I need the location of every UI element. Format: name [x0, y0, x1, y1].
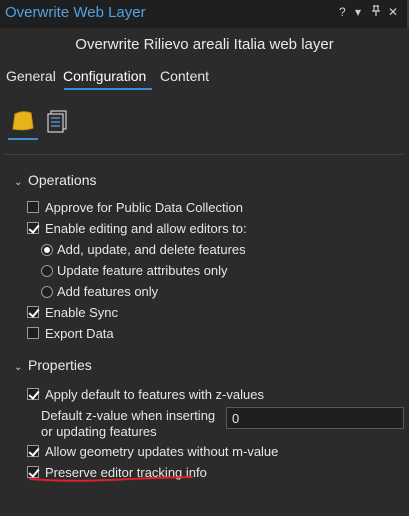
- default-z-value-input[interactable]: [226, 407, 404, 429]
- export-data-label: Export Data: [45, 326, 114, 341]
- radio-selected-icon: [41, 244, 53, 256]
- operations-section-header[interactable]: ⌄ Operations: [14, 172, 96, 188]
- options-dropdown-icon[interactable]: ▾: [355, 5, 361, 19]
- active-icon-tab-indicator: [8, 138, 38, 140]
- tab-configuration[interactable]: Configuration: [63, 68, 146, 84]
- annotation-underline: [29, 476, 193, 482]
- chevron-down-icon: ⌄: [14, 177, 23, 188]
- radio-label: Add features only: [57, 284, 159, 299]
- tab-content[interactable]: Content: [160, 68, 209, 84]
- checkbox-icon: [27, 201, 39, 213]
- checkbox-checked-icon: [27, 388, 39, 400]
- radio-label: Add, update, and delete features: [57, 242, 246, 257]
- chevron-down-icon: ⌄: [14, 362, 23, 373]
- checkbox-checked-icon: [27, 222, 39, 234]
- close-icon[interactable]: ✕: [388, 5, 398, 19]
- checkbox-checked-icon: [27, 445, 39, 457]
- divider: [4, 154, 404, 155]
- allow-geometry-label: Allow geometry updates without m-value: [45, 444, 279, 459]
- operations-heading: Operations: [28, 172, 97, 188]
- properties-section-header[interactable]: ⌄ Properties: [14, 357, 92, 373]
- feature-layer-icon[interactable]: [9, 108, 39, 134]
- active-tab-indicator: [64, 88, 152, 90]
- radio-icon: [41, 286, 53, 298]
- enable-editing-label: Enable editing and allow editors to:: [45, 221, 247, 236]
- checkbox-icon: [27, 327, 39, 339]
- tab-general[interactable]: General: [6, 68, 56, 84]
- title-bar: Overwrite Web Layer ? ▾ ✕: [0, 0, 409, 28]
- window-title: Overwrite Web Layer: [5, 4, 146, 21]
- radio-icon: [41, 265, 53, 277]
- layer-subtitle: Overwrite Rilievo areali Italia web laye…: [75, 36, 334, 53]
- help-button[interactable]: ?: [339, 5, 346, 19]
- properties-heading: Properties: [28, 357, 92, 373]
- approve-public-label: Approve for Public Data Collection: [45, 200, 243, 215]
- radio-label: Update feature attributes only: [57, 263, 228, 278]
- checkbox-checked-icon: [27, 306, 39, 318]
- enable-sync-label: Enable Sync: [45, 305, 118, 320]
- apply-default-z-label: Apply default to features with z-values: [45, 387, 264, 402]
- layer-properties-icon[interactable]: [44, 108, 74, 134]
- pin-icon[interactable]: [371, 5, 381, 20]
- default-z-value-label: Default z-value when inserting or updati…: [41, 408, 216, 439]
